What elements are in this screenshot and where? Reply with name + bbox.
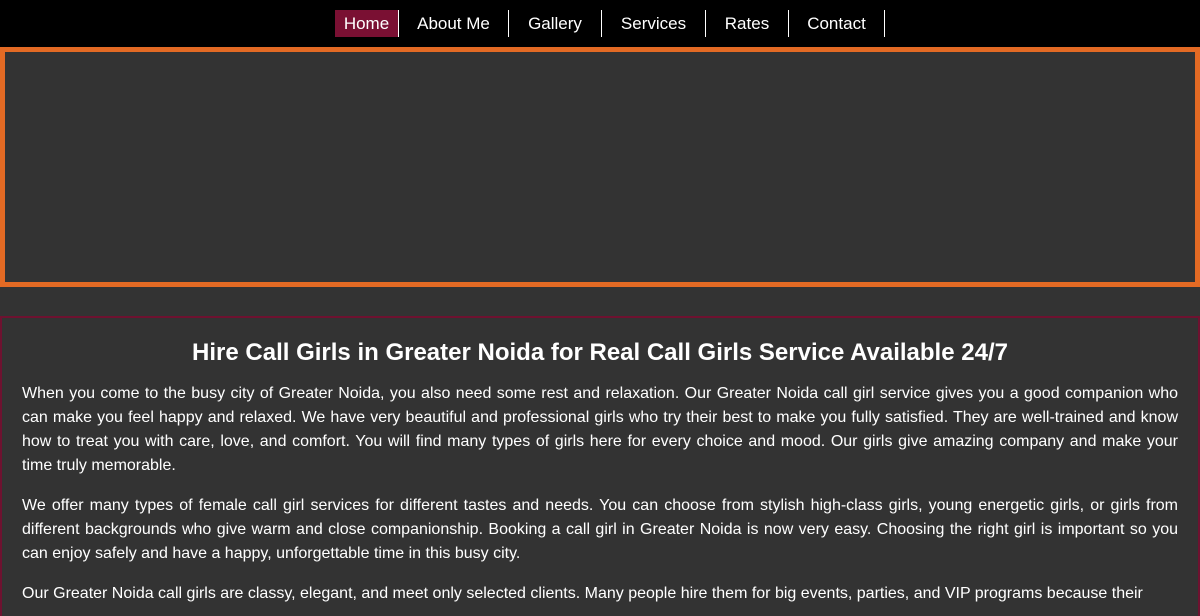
hero-banner <box>0 47 1200 287</box>
nav-menu: Home About Me Gallery Services Rates Con… <box>335 10 885 37</box>
nav-item-about-me[interactable]: About Me <box>399 10 509 37</box>
top-navigation-bar: Home About Me Gallery Services Rates Con… <box>0 0 1200 47</box>
clients-paragraph: Our Greater Noida call girls are classy,… <box>22 585 1143 602</box>
nav-item-services[interactable]: Services <box>602 10 706 37</box>
nav-item-rates[interactable]: Rates <box>706 10 789 37</box>
intro-paragraph: When you come to the busy city of Greate… <box>22 385 1178 474</box>
nav-item-home[interactable]: Home <box>335 10 399 37</box>
nav-item-gallery[interactable]: Gallery <box>509 10 602 37</box>
page-title: Hire Call Girls in Greater Noida for Rea… <box>192 339 1008 366</box>
nav-item-contact[interactable]: Contact <box>789 10 885 37</box>
main-content-section: Hire Call Girls in Greater Noida for Rea… <box>0 316 1200 616</box>
services-paragraph: We offer many types of female call girl … <box>22 497 1178 562</box>
